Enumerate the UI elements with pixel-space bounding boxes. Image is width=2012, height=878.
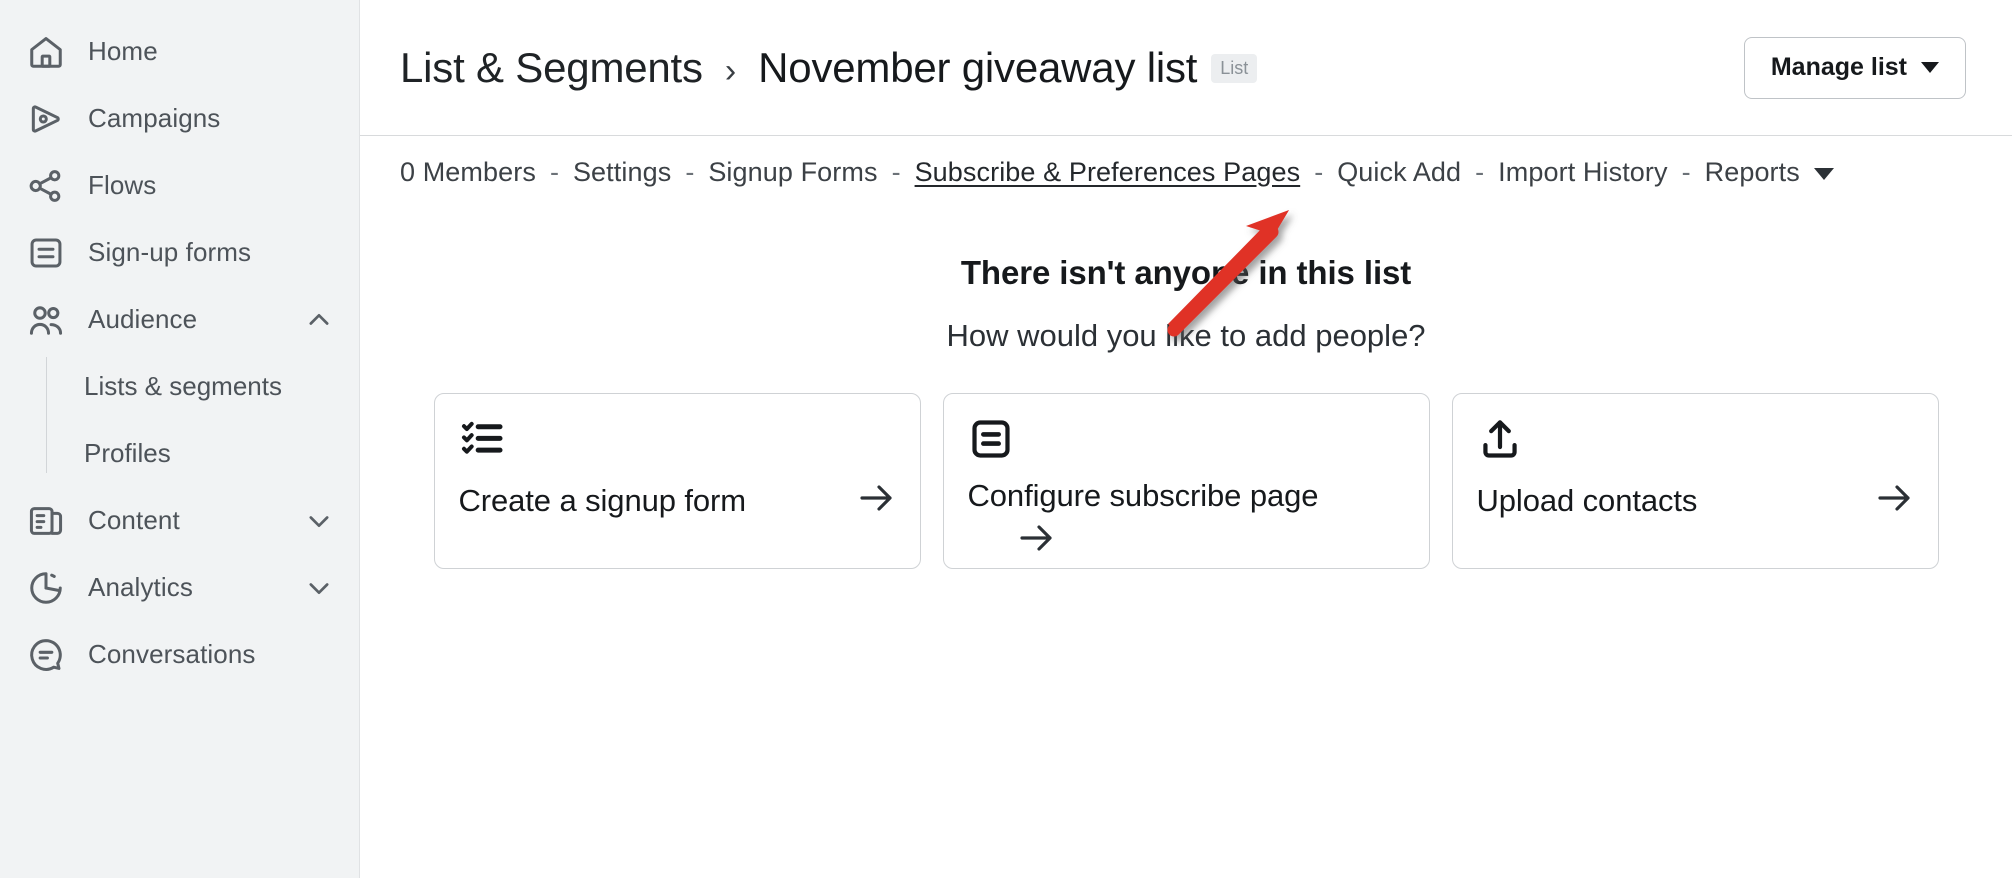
card-label: Configure subscribe page: [967, 478, 1319, 513]
arrow-right-icon: [1016, 518, 1405, 563]
chat-icon: [26, 635, 66, 675]
sidebar-item-label: Analytics: [88, 572, 193, 602]
page-title: November giveaway list: [758, 43, 1198, 91]
sidebar-item-home[interactable]: Home: [0, 18, 359, 85]
empty-state-title: There isn't anyone in this list: [960, 254, 1412, 291]
sidebar-item-analytics[interactable]: Analytics: [0, 554, 359, 621]
empty-state: There isn't anyone in this list How woul…: [360, 254, 2012, 569]
subscribe-page-icon: [968, 416, 1405, 464]
arrow-right-icon: [856, 478, 896, 523]
sidebar-item-campaigns[interactable]: Campaigns: [0, 85, 359, 152]
audience-subnav-group: Lists & segments Profiles: [0, 353, 359, 487]
people-icon: [26, 300, 66, 340]
sidebar-item-lists-and-segments[interactable]: Lists & segments: [0, 353, 359, 420]
sidebar-item-conversations[interactable]: Conversations: [0, 621, 359, 688]
app-root: Home Campaigns Flows Sign-up forms Audie…: [0, 0, 2012, 878]
sidebar-item-profiles[interactable]: Profiles: [0, 420, 359, 487]
empty-state-subtitle: How would you like to add people?: [946, 318, 1426, 353]
sidebar-item-audience[interactable]: Audience: [0, 286, 359, 353]
tab-members[interactable]: 0 Members: [400, 157, 536, 188]
send-icon: [26, 99, 66, 139]
subnav-separator: -: [685, 156, 695, 187]
tab-subscribe-and-preferences-pages[interactable]: Subscribe & Preferences Pages: [915, 157, 1301, 188]
tab-reports[interactable]: Reports: [1705, 157, 1800, 188]
arrow-right-icon: [1874, 478, 1914, 523]
card-label: Upload contacts: [1476, 482, 1698, 518]
card-content-row: Upload contacts: [1477, 478, 1914, 523]
card-content-row: Configure subscribe page: [968, 478, 1405, 563]
chevron-down-icon[interactable]: [305, 574, 333, 602]
sub-navigation: 0 Members - Settings - Signup Forms - Su…: [360, 136, 2012, 208]
chevron-down-icon[interactable]: [1813, 168, 1834, 180]
page-header: List & Segments › November giveaway list…: [360, 0, 2012, 136]
sidebar-item-label: Sign-up forms: [88, 237, 252, 267]
main-content: List & Segments › November giveaway list…: [360, 0, 2012, 878]
create-signup-form-card[interactable]: Create a signup form: [433, 393, 921, 569]
card-label: Create a signup form: [458, 482, 747, 518]
subnav-separator: -: [549, 156, 559, 187]
sidebar-item-label: Audience: [88, 304, 198, 334]
subnav-separator: -: [1314, 156, 1324, 187]
sidebar-item-label: Flows: [88, 170, 157, 200]
upload-contacts-card[interactable]: Upload contacts: [1451, 393, 1939, 569]
pie-chart-icon: [26, 568, 66, 608]
sidebar-subitem-label: Profiles: [84, 438, 171, 468]
sidebar-item-signup-forms[interactable]: Sign-up forms: [0, 219, 359, 286]
breadcrumb: List & Segments › November giveaway list…: [400, 43, 1258, 92]
tab-settings[interactable]: Settings: [573, 157, 671, 188]
subnav-separator: -: [1681, 156, 1691, 187]
card-content-row: Create a signup form: [459, 478, 896, 523]
sidebar-item-label: Home: [88, 36, 158, 66]
sidebar-item-label: Conversations: [88, 639, 256, 669]
form-icon: [26, 233, 66, 273]
sidebar-subitem-label: Lists & segments: [84, 371, 282, 401]
chevron-up-icon[interactable]: [305, 306, 333, 334]
manage-list-button[interactable]: Manage list: [1743, 36, 1966, 99]
sidebar-item-label: Content: [88, 505, 180, 535]
sidebar-item-label: Campaigns: [88, 103, 221, 133]
sidebar-item-content[interactable]: Content: [0, 487, 359, 554]
checklist-icon: [459, 416, 896, 464]
chevron-down-icon[interactable]: [305, 507, 333, 535]
breadcrumb-separator-icon: ›: [724, 51, 737, 90]
content-icon: [26, 501, 66, 541]
manage-list-label: Manage list: [1770, 53, 1907, 81]
sidebar: Home Campaigns Flows Sign-up forms Audie…: [0, 0, 360, 878]
home-icon: [26, 32, 66, 72]
tab-signup-forms[interactable]: Signup Forms: [708, 157, 877, 188]
subnav-separator: -: [1475, 156, 1485, 187]
configure-subscribe-page-card[interactable]: Configure subscribe page: [942, 393, 1430, 569]
tab-quick-add[interactable]: Quick Add: [1337, 157, 1461, 188]
status-badge: List: [1211, 53, 1258, 83]
sidebar-item-flows[interactable]: Flows: [0, 152, 359, 219]
chevron-down-icon: [1921, 62, 1939, 73]
tab-import-history[interactable]: Import History: [1498, 157, 1667, 188]
flows-icon: [26, 166, 66, 206]
action-card-list: Create a signup form Configure subscribe…: [360, 393, 2012, 569]
subnav-separator: -: [891, 156, 901, 187]
breadcrumb-parent-link[interactable]: List & Segments: [400, 44, 703, 92]
upload-icon: [1477, 416, 1914, 464]
